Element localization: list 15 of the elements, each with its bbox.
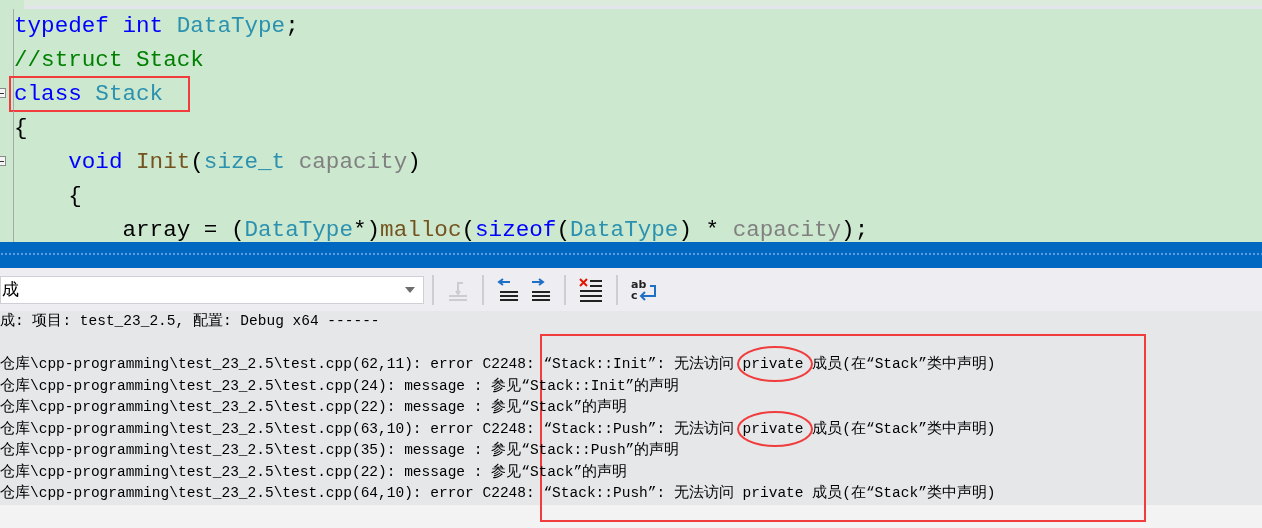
code-line: array = (DataType*)malloc(sizeof(DataType) * capacity); bbox=[121, 216, 869, 242]
previous-message-icon[interactable] bbox=[496, 277, 520, 302]
caret-icon bbox=[405, 286, 415, 293]
code-line: { bbox=[14, 114, 28, 143]
code-line: void Init(size_t capacity) bbox=[67, 148, 421, 177]
code-line: //struct Stack bbox=[14, 46, 204, 75]
output-line: 成: 项目: test_23_2.5, 配置: Debug x64 ------ bbox=[0, 312, 381, 331]
code-line: class Stack bbox=[14, 79, 164, 109]
clear-all-icon[interactable] bbox=[578, 277, 604, 302]
code-line: typedef int DataType; bbox=[14, 12, 299, 41]
output-source-dropdown[interactable]: 成 bbox=[0, 275, 424, 304]
output-line: 仓库\cpp-programming\test_23_2.5\test.cpp(62,11): error C2248: “Stack::Init”: 无法访问 private 成员(在“Stack”类中声明) bbox=[0, 354, 1262, 376]
output-line: 仓库\cpp-programming\test_23_2.5\test.cpp(64,10): error C2248: “Stack::Push”: 无法访问 private 成员(在“Stack”类中声明) bbox=[0, 483, 997, 503]
output-line: 仓库\cpp-programming\test_23_2.5\test.cpp(63,10): error C2248: “Stack::Push”: 无法访问 private 成员(在“Stack”类中声明) bbox=[0, 418, 1262, 440]
code-line: { bbox=[67, 182, 82, 211]
